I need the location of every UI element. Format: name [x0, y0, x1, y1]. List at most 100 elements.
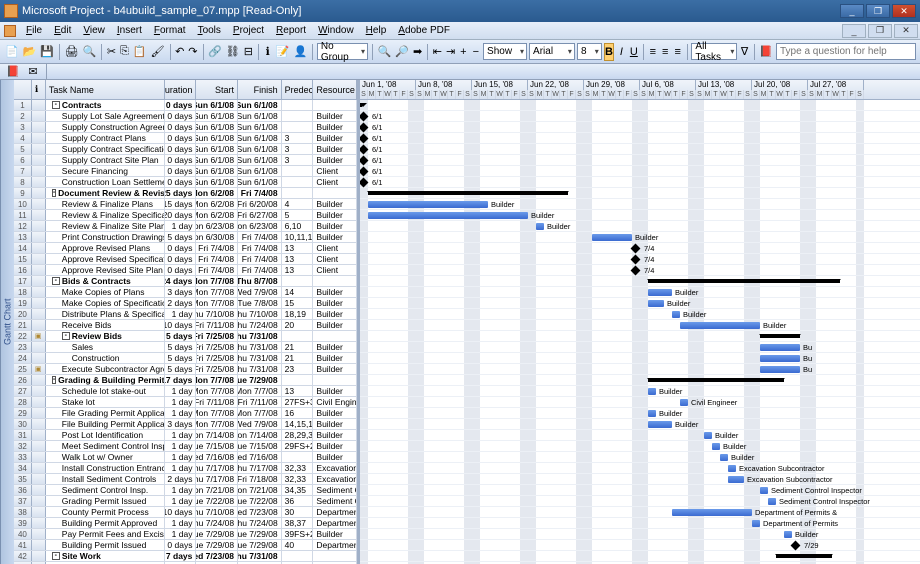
task-bar[interactable] [768, 498, 776, 505]
task-bar[interactable] [592, 234, 632, 241]
table-row[interactable]: 3Supply Construction Agreement0 daysSun … [14, 122, 357, 133]
gantt-row[interactable] [360, 375, 920, 386]
row-number[interactable]: 37 [14, 496, 32, 506]
duration-cell[interactable]: 1 day [165, 408, 197, 418]
start-cell[interactable]: Mon 7/7/08 [196, 287, 238, 297]
predecessors-cell[interactable]: 16 [282, 408, 314, 418]
mdi-restore-button[interactable]: ❐ [868, 24, 892, 38]
duration-cell[interactable]: 0 days [165, 155, 197, 165]
task-name-cell[interactable]: Schedule lot stake-out [46, 386, 165, 396]
table-row[interactable]: 10Review & Finalize Plans15 daysMon 6/2/… [14, 199, 357, 210]
row-number[interactable]: 31 [14, 430, 32, 440]
gantt-row[interactable]: Excavation Subcontractor [360, 474, 920, 485]
gantt-row[interactable] [360, 331, 920, 342]
start-cell[interactable]: Fri 7/25/08 [197, 353, 239, 363]
maximize-button[interactable]: ❐ [866, 4, 890, 18]
milestone[interactable] [360, 178, 368, 188]
predecessors-cell[interactable]: 21 [282, 342, 314, 352]
mdi-close-button[interactable]: ✕ [894, 24, 918, 38]
row-number[interactable]: 30 [14, 419, 32, 429]
table-row[interactable]: 12Review & Finalize Site Plan1 dayMon 6/… [14, 221, 357, 232]
start-cell[interactable]: Mon 7/14/08 [196, 430, 238, 440]
finish-cell[interactable]: Sun 6/1/08 [238, 122, 282, 132]
pdf-email-button[interactable]: ✉ [24, 63, 42, 81]
task-bar[interactable] [760, 366, 800, 373]
table-row[interactable]: 32Meet Sediment Control Inspector1 dayTu… [14, 441, 357, 452]
task-name-cell[interactable]: Supply Contract Specifications [46, 144, 165, 154]
predecessors-cell[interactable]: 34,35 [282, 485, 314, 495]
task-name-cell[interactable]: Building Permit Approved [46, 518, 165, 528]
task-name-cell[interactable]: Execute Subcontractor Agreements [46, 364, 165, 374]
start-cell[interactable]: Sun 6/1/08 [196, 133, 238, 143]
paste-button[interactable]: 📋 [132, 43, 148, 61]
summary-bar[interactable] [360, 103, 362, 107]
gantt-row[interactable]: Builder [360, 210, 920, 221]
task-name-cell[interactable]: Post Lot Identification [46, 430, 165, 440]
gantt-row[interactable]: Builder [360, 287, 920, 298]
outline-toggle-icon[interactable]: - [62, 332, 70, 340]
summary-bar[interactable] [648, 378, 784, 382]
task-name-cell[interactable]: Review & Finalize Specifications [46, 210, 165, 220]
print-button[interactable]: 🖨 [64, 43, 80, 61]
row-number[interactable]: 34 [14, 463, 32, 473]
gantt-row[interactable]: Builder [360, 298, 920, 309]
start-cell[interactable]: Sun 6/1/08 [196, 177, 238, 187]
gantt-row[interactable]: Builder [360, 232, 920, 243]
finish-cell[interactable]: Wed 7/9/08 [238, 419, 282, 429]
gantt-row[interactable]: 7/4 [360, 265, 920, 276]
table-row[interactable]: 36Sediment Control Insp.1 dayMon 7/21/08… [14, 485, 357, 496]
finish-cell[interactable]: Tue 7/22/08 [238, 496, 282, 506]
duration-cell[interactable]: 15 days [165, 199, 197, 209]
finish-cell[interactable]: Thu 7/17/08 [238, 463, 282, 473]
task-name-cell[interactable]: -Contracts [46, 100, 165, 110]
menu-tools[interactable]: Tools [192, 23, 227, 38]
task-name-cell[interactable]: Review & Finalize Site Plan [46, 221, 165, 231]
print-preview-button[interactable]: 🔍 [82, 43, 98, 61]
duration-cell[interactable]: 0 days [165, 166, 197, 176]
resource-cell[interactable]: Builder [313, 210, 357, 220]
start-cell[interactable]: Mon 6/2/08 [196, 188, 238, 198]
resource-cell[interactable]: Sediment Contr [313, 496, 357, 506]
resource-cell[interactable]: Builder [313, 221, 357, 231]
row-number[interactable]: 18 [14, 287, 32, 297]
predecessors-cell[interactable]: 3 [282, 133, 314, 143]
resource-cell[interactable] [313, 331, 357, 341]
table-row[interactable]: 25▣Execute Subcontractor Agreements5 day… [14, 364, 357, 375]
gantt-row[interactable]: Builder [360, 419, 920, 430]
resource-cell[interactable]: Department of F [313, 518, 357, 528]
predecessors-cell[interactable] [282, 122, 314, 132]
task-bar[interactable] [760, 344, 800, 351]
format-painter-button[interactable]: 🖌 [150, 43, 166, 61]
finish-cell[interactable]: Fri 7/4/08 [238, 232, 282, 242]
task-bar[interactable] [648, 410, 656, 417]
task-bar[interactable] [368, 212, 528, 219]
start-cell[interactable]: Mon 6/23/08 [196, 221, 238, 231]
resource-cell[interactable]: Builder [313, 386, 357, 396]
milestone[interactable] [360, 156, 368, 166]
gantt-row[interactable]: Bu [360, 353, 920, 364]
task-bar[interactable] [648, 388, 656, 395]
predecessors-cell[interactable] [282, 452, 314, 462]
task-bar[interactable] [648, 300, 664, 307]
predecessors-cell[interactable]: 20 [282, 320, 314, 330]
menu-view[interactable]: View [77, 23, 111, 38]
col-duration[interactable]: Duration [165, 80, 197, 99]
predecessors-cell[interactable]: 13 [282, 254, 314, 264]
start-cell[interactable]: Sun 6/1/08 [196, 122, 238, 132]
menu-adobe-pdf[interactable]: Adobe PDF [392, 23, 456, 38]
table-row[interactable]: 16Approve Revised Site Plan0 daysFri 7/4… [14, 265, 357, 276]
finish-cell[interactable]: Thu 7/31/08 [238, 331, 282, 341]
start-cell[interactable]: Thu 7/17/08 [196, 463, 238, 473]
resource-cell[interactable]: Builder [313, 408, 357, 418]
table-row[interactable]: 21Receive Bids10 daysFri 7/11/08Thu 7/24… [14, 320, 357, 331]
task-name-cell[interactable]: File Building Permit Application [46, 419, 165, 429]
row-number[interactable]: 23 [14, 342, 32, 352]
start-cell[interactable]: Thu 7/10/08 [196, 507, 238, 517]
finish-cell[interactable]: Fri 7/4/08 [238, 243, 282, 253]
duration-cell[interactable]: 1 day [165, 518, 197, 528]
resource-cell[interactable]: Client [313, 243, 357, 253]
gantt-row[interactable] [360, 100, 920, 111]
table-row[interactable]: 22▣-Review Bids5 daysFri 7/25/08Thu 7/31… [14, 331, 357, 342]
task-name-cell[interactable]: Sediment Control Insp. [46, 485, 165, 495]
finish-cell[interactable]: Tue 7/29/08 [238, 529, 282, 539]
